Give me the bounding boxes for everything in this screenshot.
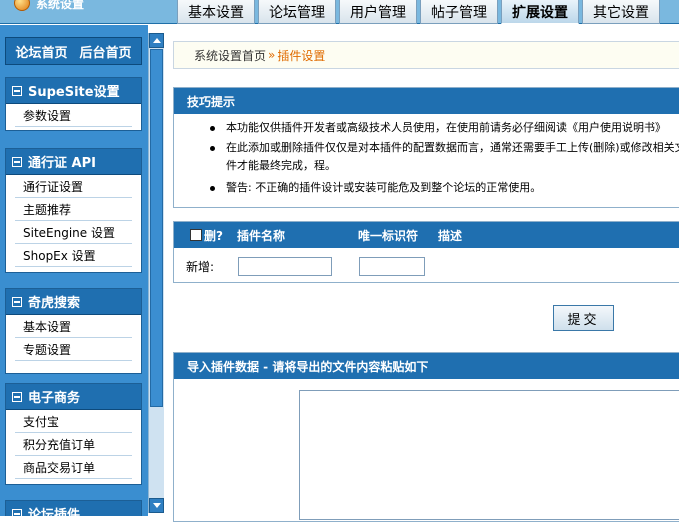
- delete-column-header: 删?: [190, 227, 237, 244]
- breadcrumb: 系统设置首页 » 插件设置: [173, 41, 679, 69]
- sidebar-item-parameter-settings[interactable]: 参数设置: [15, 104, 132, 127]
- import-plugin-title: 导入插件数据 - 请将导出的文件内容粘贴如下: [174, 353, 679, 379]
- sidebar-item-topic-recommend[interactable]: 主题推荐: [15, 198, 132, 221]
- new-plugin-name-input[interactable]: [238, 256, 332, 276]
- submit-button[interactable]: 提交: [553, 305, 614, 331]
- tab-user-management[interactable]: 用户管理: [339, 0, 417, 24]
- forum-home-link[interactable]: 论坛首页: [15, 42, 67, 61]
- delete-column-label: 删?: [204, 228, 223, 243]
- import-plugin-textarea[interactable]: [299, 390, 679, 520]
- sidebar-item-credit-recharge-orders[interactable]: 积分充值订单: [15, 433, 132, 456]
- breadcrumb-current: 插件设置: [277, 48, 326, 63]
- collapse-icon[interactable]: [12, 296, 22, 307]
- plugin-name-column-header: 插件名称: [237, 228, 286, 243]
- tip-item: 本功能仅供插件开发者或高级技术人员使用，在使用前请务必仔细阅读《用户使用说明书》: [210, 119, 679, 137]
- sidebar-group-supesite: SupeSite设置 参数设置: [5, 77, 142, 131]
- add-label: 新增:: [186, 259, 215, 274]
- sidebar-item-passport-settings[interactable]: 通行证设置: [15, 175, 132, 198]
- sidebar-group-ecommerce: 电子商务 支付宝 积分充值订单 商品交易订单: [5, 383, 142, 485]
- sidebar-item-qihoo-topics[interactable]: 专题设置: [15, 338, 132, 361]
- import-plugin-panel: 导入插件数据 - 请将导出的文件内容粘贴如下: [173, 352, 679, 522]
- sidebar-group-header[interactable]: 通行证 API: [6, 149, 141, 175]
- tab-other-settings[interactable]: 其它设置: [582, 0, 660, 24]
- breadcrumb-root-link[interactable]: 系统设置首页: [194, 47, 266, 64]
- top-bar: 系统设置 基本设置 论坛管理 用户管理 帖子管理 扩展设置 其它设置: [0, 0, 679, 24]
- breadcrumb-separator: »: [268, 48, 276, 62]
- sidebar-group-header[interactable]: SupeSite设置: [6, 78, 141, 104]
- tab-forum-management[interactable]: 论坛管理: [258, 0, 336, 24]
- sidebar-group-qihoo-search: 奇虎搜索 基本设置 专题设置: [5, 288, 142, 374]
- new-plugin-identifier-input[interactable]: [359, 256, 425, 276]
- arrow-up-icon: [152, 38, 161, 43]
- plugins-table-header: 删? 插件名称 唯一标识符 描述: [174, 222, 679, 248]
- sidebar-item-goods-trade-orders[interactable]: 商品交易订单: [15, 456, 132, 479]
- tips-panel: 技巧提示 本功能仅供插件开发者或高级技术人员使用，在使用前请务必仔细阅读《用户使…: [173, 87, 679, 208]
- scrollbar-thumb[interactable]: [150, 49, 163, 407]
- sidebar-group-header[interactable]: 电子商务: [6, 384, 141, 410]
- tab-basic-settings[interactable]: 基本设置: [177, 0, 255, 24]
- sidebar-item-qihoo-basic[interactable]: 基本设置: [15, 315, 132, 338]
- sidebar-group-title: 论坛插件: [28, 508, 81, 516]
- sidebar-item-siteengine-settings[interactable]: SiteEngine 设置: [15, 221, 132, 244]
- plugins-table: 删? 插件名称 唯一标识符 描述 新增:: [173, 221, 679, 283]
- tab-post-management[interactable]: 帖子管理: [420, 0, 498, 24]
- sidebar-group-title: 电子商务: [28, 391, 81, 406]
- sidebar-scrollbar[interactable]: [148, 33, 164, 513]
- tab-extension-settings[interactable]: 扩展设置: [501, 0, 579, 24]
- sidebar-group-title: 通行证 API: [28, 156, 96, 171]
- sidebar-group-title: 奇虎搜索: [28, 296, 81, 311]
- logo: 系统设置: [14, 0, 84, 12]
- logo-text: 系统设置: [36, 0, 85, 11]
- sidebar-group-header[interactable]: 奇虎搜索: [6, 289, 141, 315]
- sidebar: 论坛首页 后台首页 SupeSite设置 参数设置 通行证 API 通行证设置 …: [0, 25, 148, 516]
- select-all-checkbox[interactable]: [190, 229, 202, 241]
- sidebar-group-title: SupeSite设置: [28, 85, 120, 100]
- add-plugin-row: 新增:: [174, 248, 679, 284]
- sidebar-item-shopex-settings[interactable]: ShopEx 设置: [15, 244, 132, 267]
- tips-title: 技巧提示: [174, 88, 679, 114]
- scroll-down-button[interactable]: [149, 498, 164, 513]
- arrow-down-icon: [152, 503, 161, 508]
- collapse-icon[interactable]: [12, 391, 22, 402]
- admin-home-link[interactable]: 后台首页: [80, 42, 132, 61]
- collapse-icon[interactable]: [12, 508, 22, 516]
- scroll-up-button[interactable]: [149, 33, 164, 48]
- plugin-description-column-header: 描述: [438, 228, 463, 243]
- sidebar-home-links: 论坛首页 后台首页: [5, 37, 142, 65]
- logo-icon: [14, 0, 30, 11]
- sidebar-group-header[interactable]: 论坛插件: [6, 501, 141, 516]
- collapse-icon[interactable]: [12, 156, 22, 167]
- tip-item: 警告: 不正确的插件设计或安装可能危及到整个论坛的正常使用。: [210, 179, 679, 197]
- tip-item-text: 在此添加或删除插件仅仅是对本插件的配置数据而言，通常还需要手工上传(删除)或修改…: [226, 141, 679, 172]
- tips-list: 本功能仅供插件开发者或高级技术人员使用，在使用前请务必仔细阅读《用户使用说明书》…: [174, 114, 679, 197]
- tip-item: 在此添加或删除插件仅仅是对本插件的配置数据而言，通常还需要手工上传(删除)或修改…: [210, 139, 679, 177]
- sidebar-item-alipay[interactable]: 支付宝: [15, 410, 132, 433]
- collapse-icon[interactable]: [12, 85, 22, 96]
- plugin-identifier-column-header: 唯一标识符: [358, 228, 419, 243]
- sidebar-group-passport-api: 通行证 API 通行证设置 主题推荐 SiteEngine 设置 ShopEx …: [5, 148, 142, 273]
- main-tabs: 基本设置 论坛管理 用户管理 帖子管理 扩展设置 其它设置: [177, 0, 663, 24]
- sidebar-group-forum-plugins: 论坛插件: [5, 500, 142, 516]
- main-content: 系统设置首页 » 插件设置 技巧提示 本功能仅供插件开发者或高级技术人员使用，在…: [166, 25, 679, 522]
